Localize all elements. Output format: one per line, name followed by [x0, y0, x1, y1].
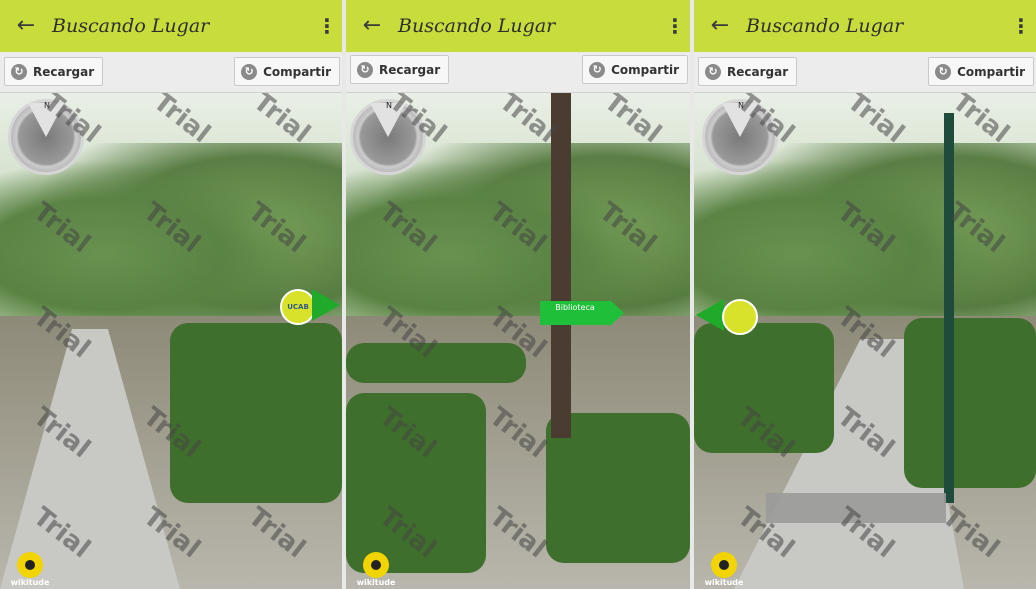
hedge [170, 323, 342, 503]
page-title: Buscando Lugar [52, 15, 210, 37]
camera-view: N Biblioteca wikitude Trial Trial Trial … [346, 87, 690, 589]
wikitude-logo: wikitude [704, 552, 744, 587]
wikitude-logo: wikitude [10, 552, 50, 587]
hedge [904, 318, 1036, 488]
toolbar: ↻ Recargar ↻ Compartir [694, 52, 1036, 93]
screen-1: N UCAB wikitude Trial Trial Trial Trial … [0, 0, 342, 589]
hedge [694, 323, 834, 453]
share-button[interactable]: ↻ Compartir [234, 57, 340, 86]
radar-icon: N [8, 99, 84, 175]
back-arrow-icon[interactable]: ← [0, 0, 52, 52]
wikitude-eye-icon [711, 552, 737, 578]
more-vert-icon[interactable]: ⋮ [1006, 14, 1036, 38]
wikitude-eye-icon [17, 552, 43, 578]
direction-arrow-right-icon [312, 289, 340, 321]
refresh-icon: ↻ [241, 63, 258, 80]
refresh-icon: ↻ [935, 63, 952, 80]
refresh-icon: ↻ [705, 63, 721, 80]
refresh-icon: ↻ [11, 63, 27, 80]
reload-button[interactable]: ↻ Recargar [4, 57, 104, 86]
radar-icon: N [350, 99, 426, 175]
camera-view: N wikitude Trial Trial Trial Trial Trial… [694, 87, 1036, 589]
more-vert-icon[interactable]: ⋮ [660, 14, 690, 38]
back-arrow-icon[interactable]: ← [346, 0, 398, 52]
toolbar: ↻ Recargar ↻ Compartir [0, 52, 342, 93]
direction-arrow-left-icon [696, 299, 724, 331]
toolbar: ↻ Recargar ↻ Compartir [346, 52, 690, 93]
share-button[interactable]: ↻ Compartir [582, 55, 688, 84]
screen-2: N Biblioteca wikitude Trial Trial Trial … [346, 0, 690, 589]
wikitude-logo: wikitude [356, 552, 396, 587]
hedge [346, 393, 486, 573]
poi-sign[interactable]: Biblioteca [540, 301, 610, 325]
share-button[interactable]: ↻ Compartir [928, 57, 1034, 86]
sign-arrow-icon [610, 300, 624, 326]
reload-button[interactable]: ↻ Recargar [698, 57, 798, 86]
label-box [766, 493, 946, 523]
screen-3: N wikitude Trial Trial Trial Trial Trial… [694, 0, 1036, 589]
reload-button[interactable]: ↻ Recargar [350, 55, 450, 84]
radar-icon: N [702, 99, 778, 175]
refresh-icon: ↻ [357, 61, 373, 78]
tree-trunk [551, 93, 571, 438]
back-arrow-icon[interactable]: ← [694, 0, 746, 52]
refresh-icon: ↻ [589, 61, 606, 78]
page-title: Buscando Lugar [746, 15, 904, 37]
camera-view: N UCAB wikitude Trial Trial Trial Trial … [0, 87, 342, 589]
poi-marker[interactable]: UCAB [280, 289, 316, 325]
app-bar: ← Buscando Lugar ⋮ [694, 0, 1036, 52]
poi-marker[interactable] [722, 299, 758, 335]
app-bar: ← Buscando Lugar ⋮ [346, 0, 690, 52]
page-title: Buscando Lugar [398, 15, 556, 37]
hedge [346, 343, 526, 383]
app-bar: ← Buscando Lugar ⋮ [0, 0, 342, 52]
more-vert-icon[interactable]: ⋮ [312, 14, 342, 38]
lamp-post [944, 113, 954, 503]
wikitude-eye-icon [363, 552, 389, 578]
